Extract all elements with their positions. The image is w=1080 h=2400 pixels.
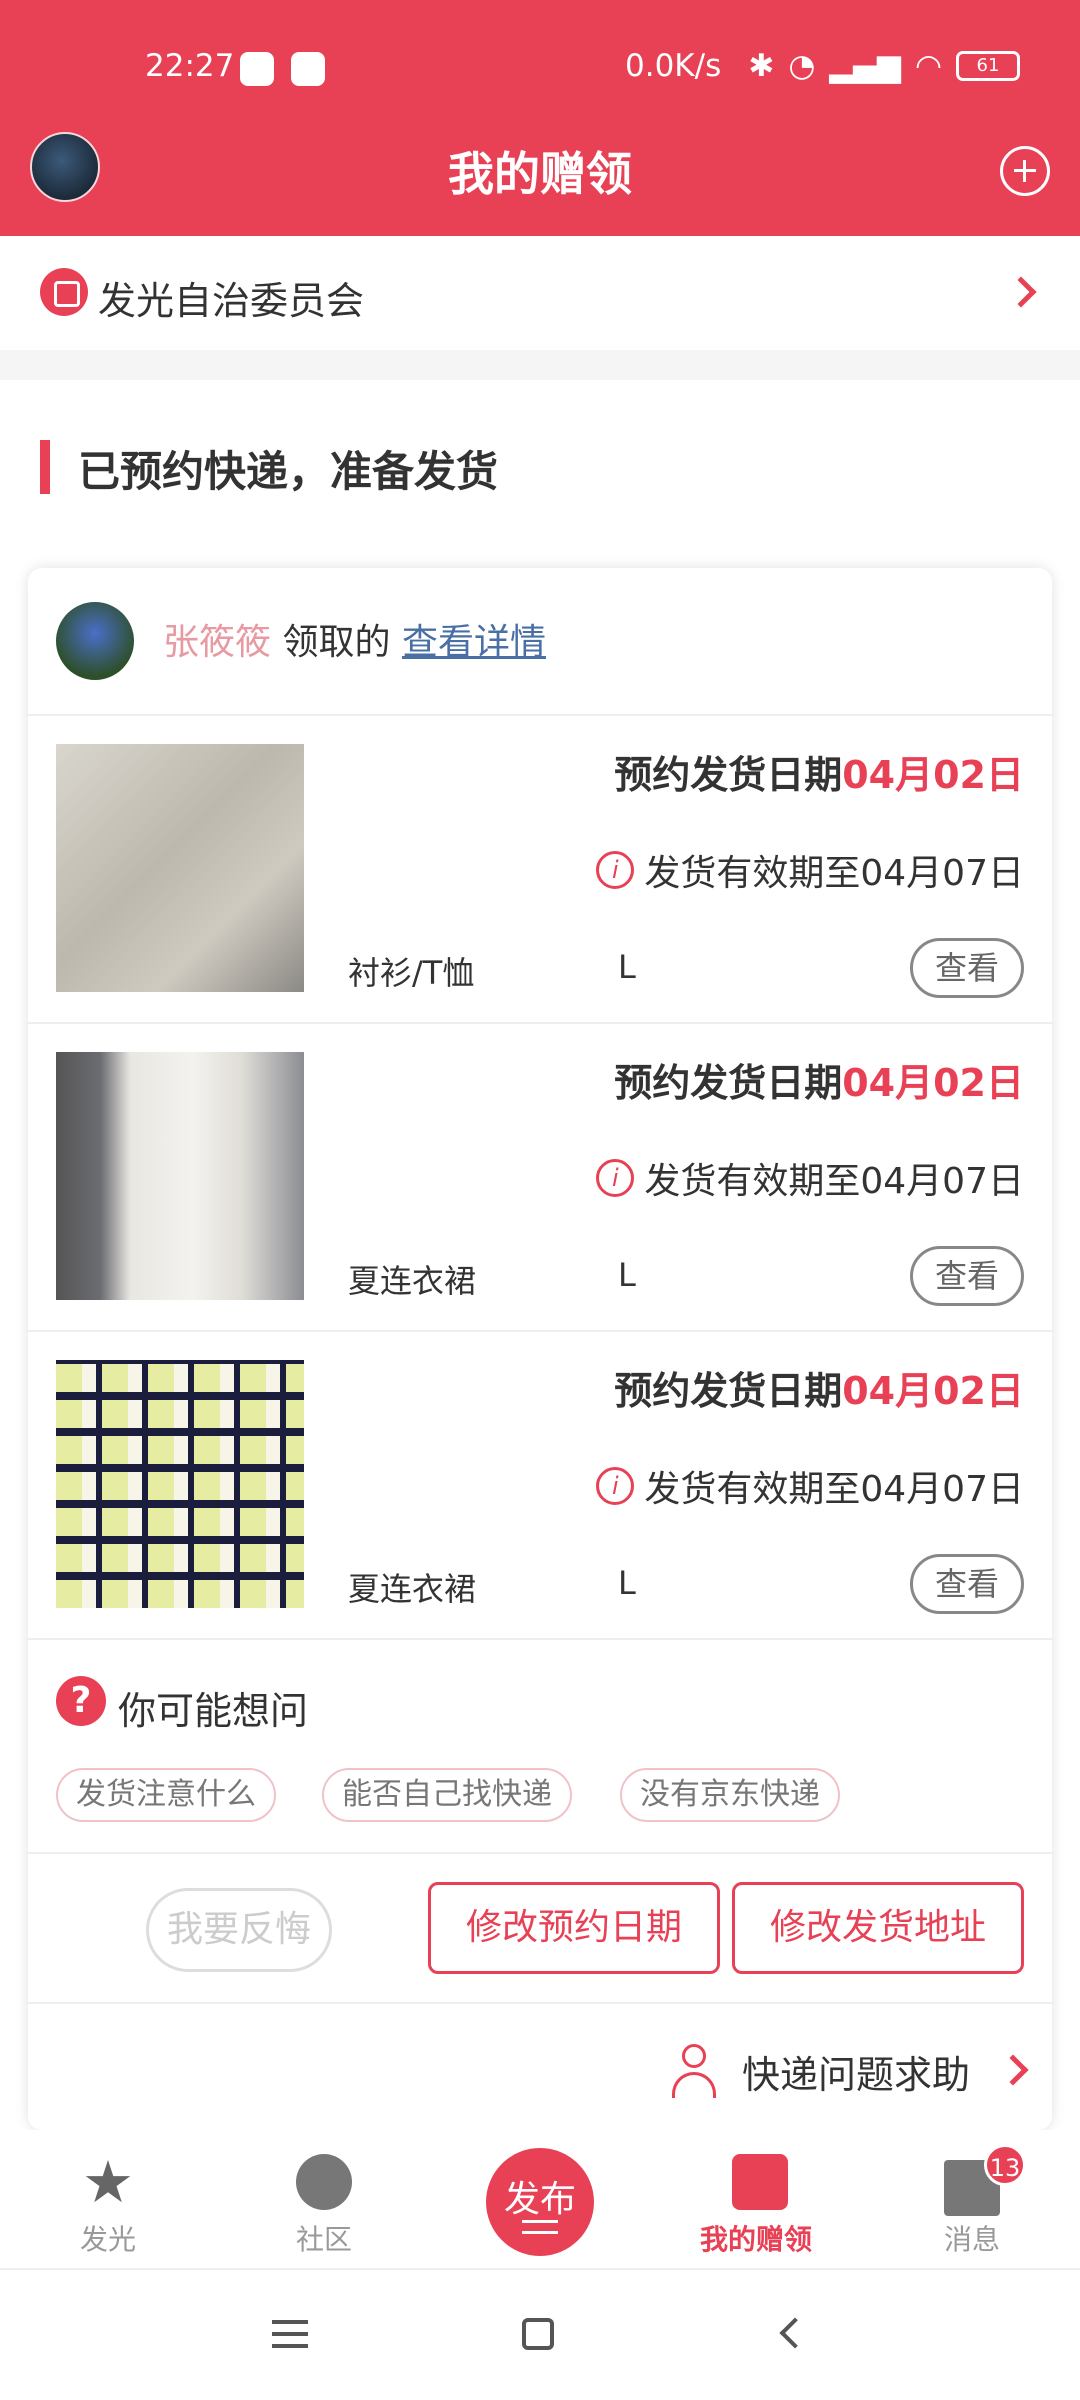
- app-header: 22:27 0.0K/s ✱ ◔ ▂▄▆ ◠ 61 我的赠领: [0, 0, 1080, 236]
- view-details-link[interactable]: 查看详情: [402, 622, 546, 663]
- bluetooth-icon: ✱: [748, 48, 775, 84]
- back-icon[interactable]: [779, 2317, 811, 2349]
- page-title: 我的赠领: [448, 147, 632, 201]
- change-address-button[interactable]: 修改发货地址: [732, 1882, 1024, 1974]
- chevron-right-icon: [997, 2054, 1029, 2086]
- faq-chip[interactable]: 没有京东快递: [620, 1768, 840, 1822]
- receiver-name[interactable]: 张筱筱: [163, 622, 271, 663]
- action-row: 我要反悔 修改预约日期 修改发货地址: [28, 1854, 1052, 2004]
- tab-messages[interactable]: 13 消息: [892, 2130, 1052, 2270]
- star-icon: ★: [82, 2148, 134, 2216]
- tab-my-gifts[interactable]: 我的赠领: [676, 2130, 836, 2270]
- item-category: 衬衫/T恤: [348, 954, 475, 992]
- tab-label: 消息: [943, 2223, 1000, 2256]
- info-icon: i: [596, 851, 635, 889]
- item-photo[interactable]: [56, 1360, 304, 1608]
- ship-date: 预约发货日期04月02日: [614, 753, 1024, 797]
- ship-date: 预约发货日期04月02日: [614, 1061, 1024, 1105]
- view-button[interactable]: 查看: [910, 938, 1024, 998]
- tab-label: 社区: [295, 2223, 352, 2256]
- status-time: 22:27: [145, 48, 235, 84]
- publish-label: 发布: [503, 2179, 576, 2220]
- system-icons: ✱ ◔ ▂▄▆ ◠ 61: [748, 48, 1020, 84]
- tab-community[interactable]: 社区: [244, 2130, 404, 2270]
- receiver-line: 张筱筱 领取的 查看详情: [163, 613, 546, 665]
- info-icon: i: [596, 1159, 635, 1197]
- faq-chip[interactable]: 能否自己找快递: [322, 1768, 572, 1822]
- shipping-help-label: 快递问题求助: [742, 2053, 971, 2097]
- tab-label: 我的赠领: [699, 2223, 812, 2256]
- bottom-tab-bar: ★ 发光 社区 发布 我的赠领 13 消息: [0, 2130, 1080, 2270]
- notification-play-icon: [291, 52, 325, 86]
- chevron-right-icon: [1005, 276, 1037, 308]
- item-row: 预约发货日期04月02日 i 发货有效期至04月07日 衬衫/T恤 L 查看: [28, 716, 1052, 1024]
- tab-faguang[interactable]: ★ 发光: [28, 2130, 188, 2270]
- status-bar: 22:27 0.0K/s ✱ ◔ ▂▄▆ ◠ 61: [0, 48, 1080, 92]
- section-title: 已预约快递，准备发货: [78, 447, 499, 496]
- network-speed: 0.0K/s: [625, 48, 722, 84]
- org-row[interactable]: 发光自治委员会: [0, 236, 1080, 350]
- add-icon[interactable]: [1000, 146, 1050, 196]
- item-category: 夏连衣裙: [348, 1570, 477, 1608]
- question-icon: ?: [56, 1676, 106, 1726]
- signal-icon: ▂▄▆: [829, 48, 901, 84]
- unread-badge: 13: [984, 2144, 1026, 2186]
- chat-bubble-icon: [296, 2154, 352, 2210]
- valid-until: i 发货有效期至04月07日: [596, 1460, 1024, 1512]
- item-row: 预约发货日期04月02日 i 发货有效期至04月07日 夏连衣裙 L 查看: [28, 1024, 1052, 1332]
- ship-date: 预约发货日期04月02日: [614, 1369, 1024, 1413]
- item-size: L: [618, 1256, 636, 1294]
- valid-until: i 发货有效期至04月07日: [596, 844, 1024, 896]
- order-card: 张筱筱 领取的 查看详情 预约发货日期04月02日 i 发货有效期至04月07日 …: [28, 568, 1052, 2130]
- faq-title: 你可能想问: [118, 1689, 309, 1733]
- change-date-button[interactable]: 修改预约日期: [428, 1882, 720, 1974]
- item-size: L: [618, 948, 636, 986]
- receiver-action: 领取的: [282, 622, 391, 663]
- item-category: 夏连衣裙: [348, 1262, 477, 1300]
- wifi-icon: ◠: [914, 48, 942, 84]
- home-icon[interactable]: [522, 2318, 554, 2350]
- faq-section: ? 你可能想问 发货注意什么 能否自己找快递 没有京东快递: [28, 1640, 1052, 1854]
- section-accent-bar: [40, 440, 50, 494]
- system-nav-bar: [0, 2270, 1080, 2400]
- regret-button[interactable]: 我要反悔: [146, 1888, 332, 1972]
- shipping-help-row[interactable]: 快递问题求助: [28, 2004, 1052, 2130]
- main-content: 已预约快递，准备发货 张筱筱 领取的 查看详情 预约发货日期04月02日 i 发货…: [0, 380, 1080, 2130]
- item-size: L: [618, 1564, 636, 1602]
- tab-label: 发光: [79, 2223, 136, 2256]
- item-row: 预约发货日期04月02日 i 发货有效期至04月07日 夏连衣裙 L 查看: [28, 1332, 1052, 1640]
- view-button[interactable]: 查看: [910, 1246, 1024, 1306]
- item-photo[interactable]: [56, 1052, 304, 1300]
- receiver-row: 张筱筱 领取的 查看详情: [28, 568, 1052, 716]
- faq-chip[interactable]: 发货注意什么: [56, 1768, 276, 1822]
- receiver-avatar[interactable]: [56, 602, 134, 680]
- person-icon: [670, 2044, 718, 2100]
- menu-lines-icon: [522, 2220, 558, 2234]
- info-icon: i: [596, 1467, 635, 1505]
- org-icon: [40, 268, 88, 316]
- notification-app-icon: [240, 52, 274, 86]
- valid-until: i 发货有效期至04月07日: [596, 1152, 1024, 1204]
- menu-icon[interactable]: [272, 2320, 308, 2348]
- org-name: 发光自治委员会: [98, 279, 365, 323]
- gift-box-icon: [732, 2154, 788, 2210]
- publish-button[interactable]: 发布: [486, 2148, 594, 2256]
- battery-icon: 61: [956, 51, 1020, 81]
- view-button[interactable]: 查看: [910, 1554, 1024, 1614]
- alarm-icon: ◔: [788, 48, 816, 84]
- item-photo[interactable]: [56, 744, 304, 992]
